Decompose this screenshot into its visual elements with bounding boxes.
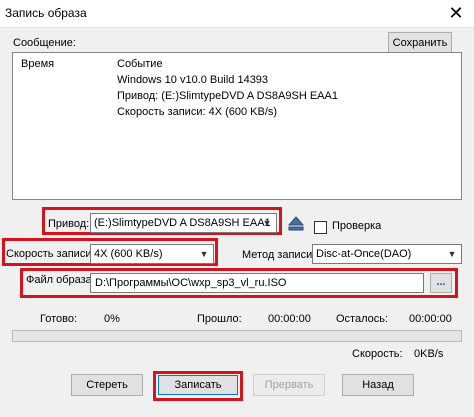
verify-label: Проверка (332, 220, 382, 232)
erase-button[interactable]: Стереть (71, 374, 143, 396)
log-col-event: Событие (117, 58, 163, 70)
browse-button[interactable]: ... (430, 273, 452, 293)
progress-bar (12, 330, 462, 342)
log-line: Windows 10 v10.0 Build 14393 (117, 74, 269, 86)
method-value: Disc-at-Once(DAO) (316, 248, 412, 260)
image-file-input[interactable]: D:\Программы\ОС\wxp_sp3_vl_ru.ISO (90, 273, 424, 293)
log-line: Привод: (E:)SlimtypeDVD A DS8A9SH EAA1 (117, 90, 338, 102)
burn-button[interactable]: Записать (158, 375, 238, 395)
eject-icon[interactable] (287, 215, 305, 233)
speed-select[interactable]: 4X (600 KB/s) ▼ (90, 244, 214, 264)
done-label: Готово: (40, 313, 78, 325)
done-value: 0% (104, 313, 120, 325)
speed-status-label: Скорость: (352, 348, 403, 360)
abort-button[interactable]: Прервать (253, 374, 325, 396)
log-col-time: Время (21, 58, 55, 70)
remaining-label: Осталось: (336, 313, 389, 325)
elapsed-value: 00:00:00 (268, 313, 311, 325)
log-line: Скорость записи: 4X (600 KB/s) (117, 106, 278, 118)
verify-checkbox[interactable] (314, 221, 327, 234)
message-log[interactable]: Время Событие Windows 10 v10.0 Build 143… (12, 52, 462, 200)
save-log-button[interactable]: Сохранить (388, 32, 452, 54)
method-select[interactable]: Disc-at-Once(DAO) ▼ (312, 244, 462, 264)
drive-label: Привод: (48, 218, 90, 230)
back-button[interactable]: Назад (342, 374, 414, 396)
chevron-down-icon: ▼ (447, 249, 457, 259)
drive-value: (E:)SlimtypeDVD A DS8A9SH EAA1 (94, 217, 271, 229)
image-file-label: Файл образа: (26, 274, 95, 286)
elapsed-label: Прошло: (197, 313, 242, 325)
speed-value: 4X (600 KB/s) (94, 248, 163, 260)
drive-select[interactable]: (E:)SlimtypeDVD A DS8A9SH EAA1 ▼ (90, 213, 277, 233)
speed-status-value: 0KB/s (414, 348, 444, 360)
chevron-down-icon: ▼ (199, 249, 209, 259)
close-icon[interactable]: ✕ (440, 2, 472, 24)
method-label: Метод записи: (242, 249, 316, 261)
messages-label: Сообщение: (13, 37, 76, 49)
chevron-down-icon: ▼ (262, 218, 272, 228)
window-title: Запись образа (5, 6, 87, 20)
remaining-value: 00:00:00 (409, 313, 452, 325)
speed-label: Скорость записи: (6, 248, 95, 260)
